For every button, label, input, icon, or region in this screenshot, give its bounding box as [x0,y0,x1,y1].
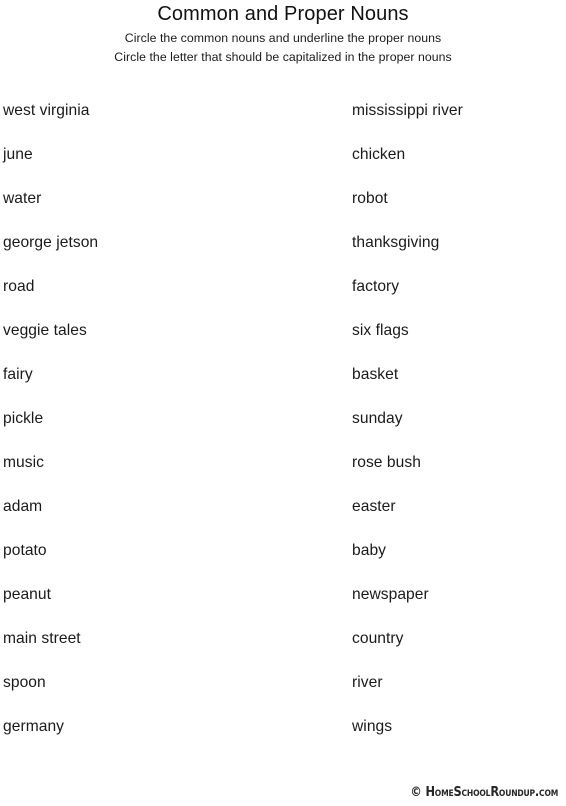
word-item[interactable]: newspaper [352,583,562,627]
word-item[interactable]: road [3,275,333,319]
word-item[interactable]: peanut [3,583,333,627]
word-item[interactable]: music [3,451,333,495]
word-item[interactable]: rose bush [352,451,562,495]
word-item[interactable]: river [352,671,562,715]
word-item[interactable]: country [352,627,562,671]
word-item[interactable]: fairy [3,363,333,407]
word-item[interactable]: spoon [3,671,333,715]
worksheet-footer: © HomeSchoolRoundup.com [0,783,558,801]
word-item[interactable]: veggie tales [3,319,333,363]
word-item[interactable]: chicken [352,143,562,187]
word-item[interactable]: june [3,143,333,187]
worksheet-page: Common and Proper Nouns Circle the commo… [0,0,566,806]
word-item[interactable]: main street [3,627,333,671]
word-item[interactable]: west virginia [3,99,333,143]
word-item[interactable]: water [3,187,333,231]
word-item[interactable]: basket [352,363,562,407]
word-item[interactable]: germany [3,715,333,759]
word-item[interactable]: mississippi river [352,99,562,143]
word-item[interactable]: easter [352,495,562,539]
worksheet-header: Common and Proper Nouns Circle the commo… [0,0,566,67]
instruction-line-2: Circle the letter that should be capital… [114,50,452,64]
word-item[interactable]: sunday [352,407,562,451]
page-title: Common and Proper Nouns [157,3,409,25]
word-column-left: west virginia june water george jetson r… [3,99,333,759]
word-item[interactable]: wings [352,715,562,759]
word-item[interactable]: baby [352,539,562,583]
word-item[interactable]: adam [3,495,333,539]
word-item[interactable]: thanksgiving [352,231,562,275]
word-item[interactable]: pickle [3,407,333,451]
word-column-right: mississippi river chicken robot thanksgi… [352,99,562,759]
instruction-line-1: Circle the common nouns and underline th… [124,31,442,45]
site-credit: © HomeSchoolRoundup.com [410,784,558,800]
word-item[interactable]: six flags [352,319,562,363]
word-item[interactable]: george jetson [3,231,333,275]
word-item[interactable]: factory [352,275,562,319]
word-item[interactable]: potato [3,539,333,583]
word-list-area: west virginia june water george jetson r… [0,99,566,749]
word-item[interactable]: robot [352,187,562,231]
